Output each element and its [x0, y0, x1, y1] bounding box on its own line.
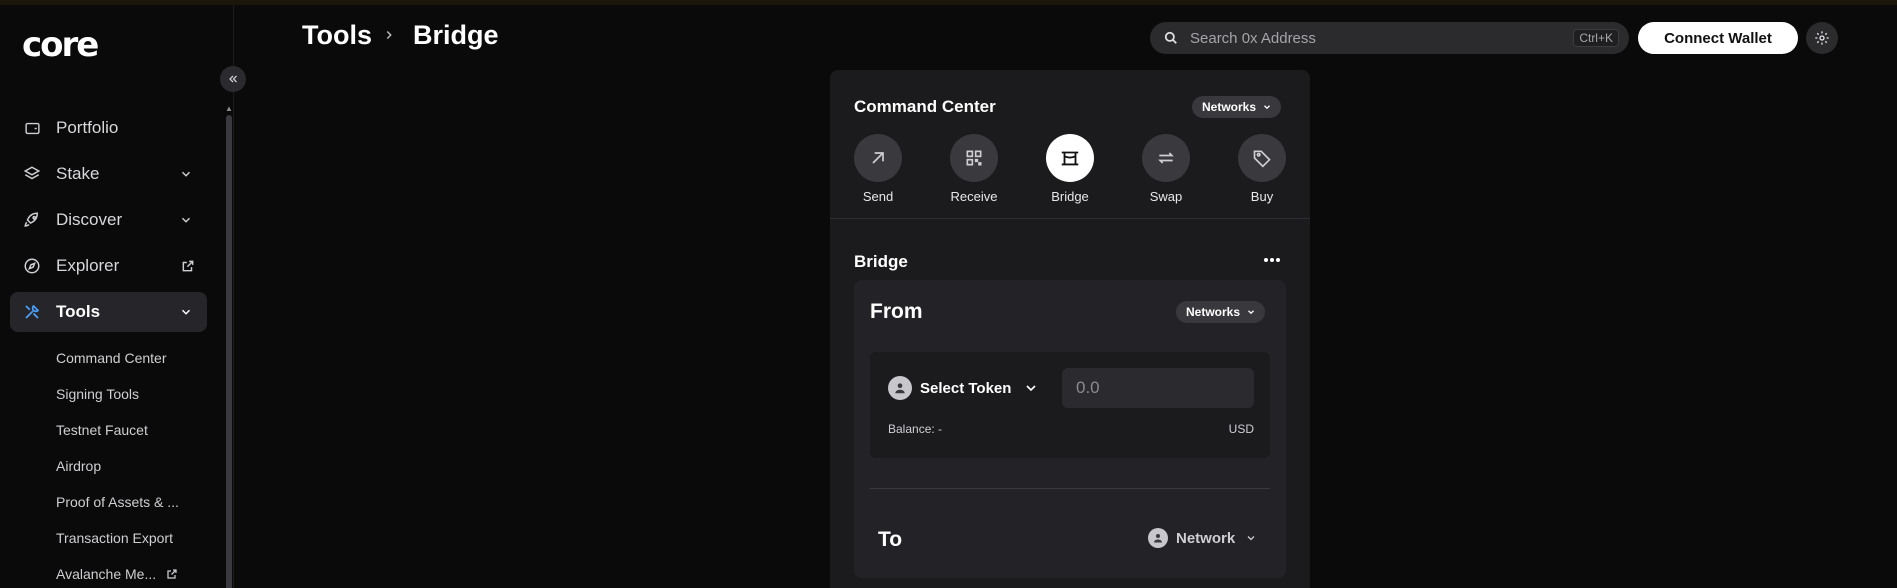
sidebar-item-discover[interactable]: Discover [10, 200, 207, 240]
chevron-down-icon [1264, 105, 1270, 110]
double-chevron-left-icon [229, 75, 237, 83]
bridge-form-card: From Networks Select Token Balance: - US… [854, 280, 1286, 578]
tools-icon [22, 302, 42, 322]
sidebar-subitem-transaction-export[interactable]: Transaction Export [56, 530, 173, 546]
to-title: To [878, 528, 903, 551]
action-label: Receive [950, 189, 998, 204]
sidebar-subitem-label: Avalanche Me... [56, 566, 157, 582]
network-avatar-icon [1148, 528, 1168, 548]
chevron-down-icon [179, 166, 193, 186]
sidebar-item-label: Stake [56, 164, 100, 183]
networks-dropdown-label: Networks [1186, 305, 1241, 319]
sidebar-subitem-command-center[interactable]: Command Center [56, 350, 167, 366]
balance-text: Balance: - [888, 422, 943, 436]
chevron-down-icon [1247, 536, 1255, 541]
sidebar-item-tools[interactable]: Tools [10, 292, 207, 332]
panel-divider [830, 218, 1310, 219]
arrow-up-right-icon [854, 134, 902, 182]
search-icon [1164, 31, 1178, 45]
currency-label: USD [1228, 422, 1254, 436]
sidebar-item-label: Tools [56, 302, 101, 321]
scrollbar-up-arrow[interactable]: ▲ [225, 105, 233, 113]
action-label: Send [862, 189, 894, 204]
networks-dropdown-label: Networks [1202, 100, 1257, 114]
qr-code-icon [950, 134, 998, 182]
token-input-box: Select Token Balance: - USD [870, 352, 1270, 458]
card-divider [870, 488, 1270, 489]
sidebar-subitem-testnet-faucet[interactable]: Testnet Faucet [56, 422, 148, 438]
action-label: Swap [1149, 189, 1183, 204]
buy-action[interactable]: Buy [1232, 134, 1292, 204]
from-title: From [870, 300, 923, 323]
amount-input[interactable] [1062, 368, 1254, 408]
breadcrumb-tools[interactable]: Tools [302, 20, 372, 51]
select-token-button[interactable]: Select Token [888, 376, 1039, 400]
sidebar-subitem-signing-tools[interactable]: Signing Tools [56, 386, 139, 402]
action-label: Bridge [1051, 189, 1089, 204]
sidebar-subitem-proof-of-assets[interactable]: Proof of Assets & ... [56, 494, 179, 510]
external-link-icon [181, 258, 195, 278]
sidebar-subitem-airdrop[interactable]: Airdrop [56, 458, 101, 474]
collapse-sidebar-button[interactable] [220, 66, 246, 92]
tag-icon [1238, 134, 1286, 182]
settings-button[interactable] [1806, 22, 1838, 54]
swap-action[interactable]: Swap [1136, 134, 1196, 204]
sidebar-item-portfolio[interactable]: Portfolio [10, 108, 207, 148]
ellipsis-icon [1264, 258, 1280, 262]
chevron-down-icon [1248, 310, 1254, 315]
receive-action[interactable]: Receive [944, 134, 1004, 204]
chevron-right-icon [382, 28, 396, 47]
command-center-panel: Command Center Networks Send Receive Bri… [830, 70, 1310, 588]
command-center-title: Command Center [854, 97, 996, 116]
wallet-icon [22, 118, 42, 138]
sidebar-item-label: Portfolio [56, 118, 119, 137]
compass-icon [22, 256, 42, 276]
sidebar-subitem-avalanche[interactable]: Avalanche Me... [56, 566, 178, 582]
more-options-button[interactable] [1260, 250, 1284, 270]
swap-arrows-icon [1142, 134, 1190, 182]
bridge-title: Bridge [854, 252, 908, 271]
search-bar[interactable]: Ctrl+K [1150, 22, 1629, 54]
sidebar-item-label: Discover [56, 210, 123, 229]
network-select-label: Network [1176, 529, 1236, 547]
top-accent-line [0, 0, 1897, 5]
search-shortcut-badge: Ctrl+K [1573, 29, 1619, 47]
connect-wallet-button[interactable]: Connect Wallet [1638, 22, 1798, 54]
bridge-action[interactable]: Bridge [1040, 134, 1100, 204]
action-label: Buy [1250, 189, 1274, 204]
chevron-down-icon [179, 304, 193, 324]
chevron-down-icon [179, 212, 193, 232]
networks-dropdown[interactable]: Networks [1192, 96, 1282, 118]
sidebar-item-stake[interactable]: Stake [10, 154, 207, 194]
send-action[interactable]: Send [848, 134, 908, 204]
chevron-down-icon [1026, 385, 1037, 392]
sidebar: core Portfolio Stake Discover Explorer T… [0, 5, 234, 588]
core-logo[interactable]: core [22, 25, 99, 65]
gear-icon [1815, 31, 1829, 45]
breadcrumb-bridge: Bridge [413, 20, 499, 50]
search-input[interactable] [1190, 29, 1560, 47]
bridge-icon [1046, 134, 1094, 182]
rocket-icon [22, 210, 42, 230]
sidebar-item-label: Explorer [56, 256, 120, 275]
from-networks-dropdown[interactable]: Networks [1176, 301, 1266, 323]
sidebar-item-explorer[interactable]: Explorer [10, 246, 207, 286]
sidebar-scrollbar[interactable] [226, 115, 232, 588]
layers-icon [22, 164, 42, 184]
to-network-select[interactable]: Network [1148, 528, 1257, 548]
token-avatar-icon [888, 376, 912, 400]
select-token-label: Select Token [920, 379, 1012, 397]
external-link-icon [166, 568, 178, 580]
